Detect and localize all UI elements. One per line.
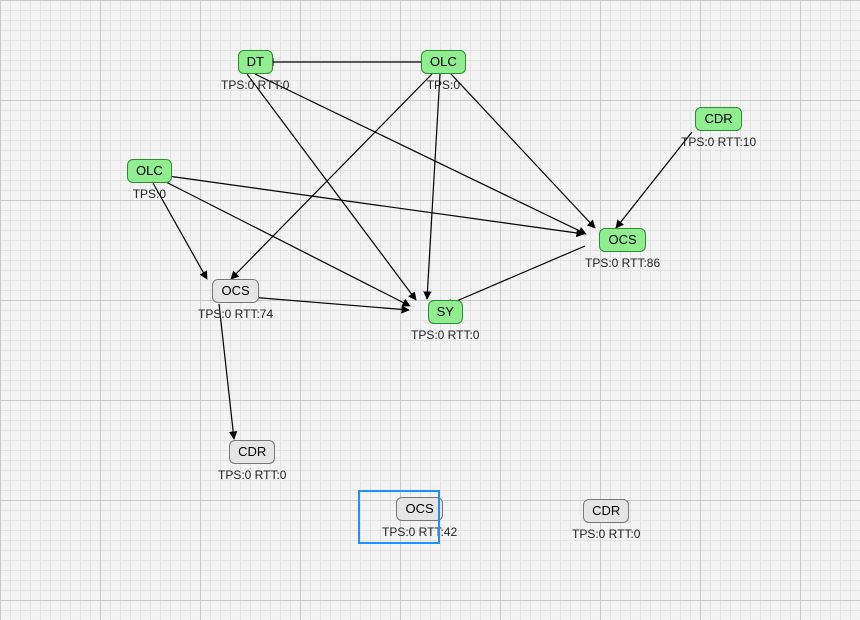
node-cdr-top-metrics: TPS:0 RTT:10: [681, 135, 756, 149]
node-cdr-mid-metrics: TPS:0 RTT:0: [218, 468, 286, 482]
node-olc-left[interactable]: OLC TPS:0: [127, 159, 172, 201]
node-sy-metrics: TPS:0 RTT:0: [411, 328, 479, 342]
node-ocs-right-label: OCS: [599, 228, 645, 252]
node-cdr-bottom-label: CDR: [583, 499, 629, 523]
node-olc-top-label: OLC: [421, 50, 466, 74]
node-dt[interactable]: DT TPS:0 RTT:0: [221, 50, 289, 92]
node-olc-top-metrics: TPS:0: [421, 78, 466, 92]
node-cdr-top[interactable]: CDR TPS:0 RTT:10: [681, 107, 756, 149]
node-ocs-bottom-label: OCS: [396, 497, 442, 521]
node-ocs-bottom[interactable]: OCS TPS:0 RTT:42: [382, 497, 457, 539]
node-ocs-right[interactable]: OCS TPS:0 RTT:86: [585, 228, 660, 270]
node-cdr-mid[interactable]: CDR TPS:0 RTT:0: [218, 440, 286, 482]
node-olc-left-metrics: TPS:0: [127, 187, 172, 201]
node-ocs-left-metrics: TPS:0 RTT:74: [198, 307, 273, 321]
node-cdr-top-label: CDR: [695, 107, 741, 131]
node-dt-metrics: TPS:0 RTT:0: [221, 78, 289, 92]
node-olc-top[interactable]: OLC TPS:0: [421, 50, 466, 92]
node-ocs-right-metrics: TPS:0 RTT:86: [585, 256, 660, 270]
node-dt-label: DT: [238, 50, 273, 74]
node-olc-left-label: OLC: [127, 159, 172, 183]
node-sy-label: SY: [428, 300, 463, 324]
node-cdr-bottom[interactable]: CDR TPS:0 RTT:0: [572, 499, 640, 541]
node-ocs-left[interactable]: OCS TPS:0 RTT:74: [198, 279, 273, 321]
node-sy[interactable]: SY TPS:0 RTT:0: [411, 300, 479, 342]
node-ocs-bottom-metrics: TPS:0 RTT:42: [382, 525, 457, 539]
node-cdr-mid-label: CDR: [229, 440, 275, 464]
node-cdr-bottom-metrics: TPS:0 RTT:0: [572, 527, 640, 541]
node-ocs-left-label: OCS: [212, 279, 258, 303]
diagram-canvas[interactable]: DT TPS:0 RTT:0 OLC TPS:0 CDR TPS:0 RTT:1…: [0, 0, 860, 620]
